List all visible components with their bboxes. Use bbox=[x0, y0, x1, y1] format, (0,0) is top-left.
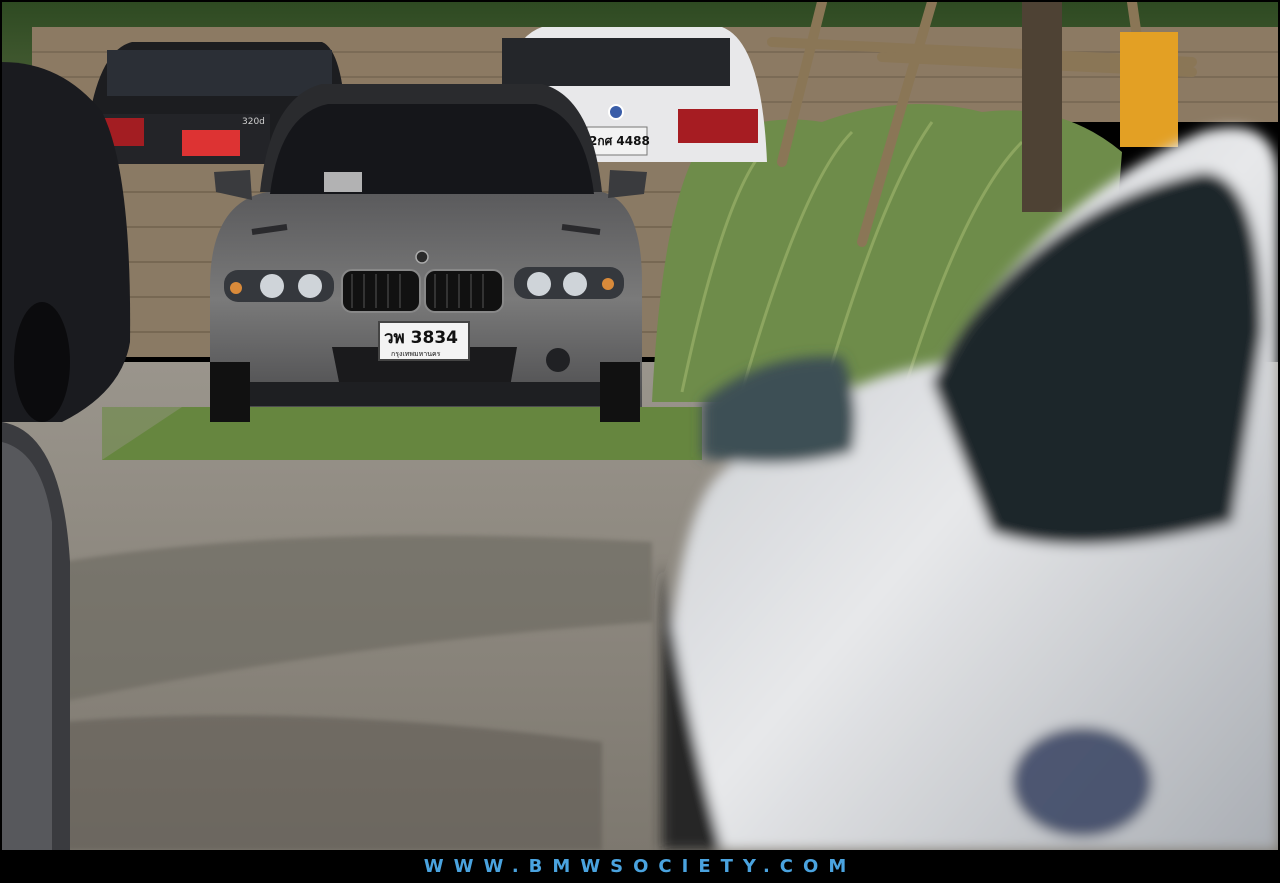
right-car-plate: 2กศ 4488 bbox=[589, 134, 650, 148]
left-car-badge: 320d bbox=[242, 117, 265, 127]
car-photo: 320d 2กศ 4488 วพ 3834 กรุงเทพมหานคร bbox=[2, 2, 1278, 850]
website-watermark: WWW.BMWSOCIETY.COM bbox=[423, 856, 857, 877]
orange-sign bbox=[1120, 32, 1178, 147]
license-plate-number: วพ 3834 bbox=[384, 328, 458, 348]
kidney-grille-left bbox=[341, 269, 421, 313]
photo-frame: 320d 2กศ 4488 วพ 3834 กรุงเทพมหานคร WWW.… bbox=[0, 0, 1280, 883]
grey-bmw-main: วพ 3834 กรุงเทพมหานคร bbox=[210, 84, 647, 422]
license-plate-province: กรุงเทพมหานคร bbox=[391, 350, 441, 358]
footer-bar: WWW.BMWSOCIETY.COM bbox=[0, 850, 1280, 883]
bmw-roundel bbox=[415, 250, 429, 264]
kidney-grille-right bbox=[424, 269, 504, 313]
